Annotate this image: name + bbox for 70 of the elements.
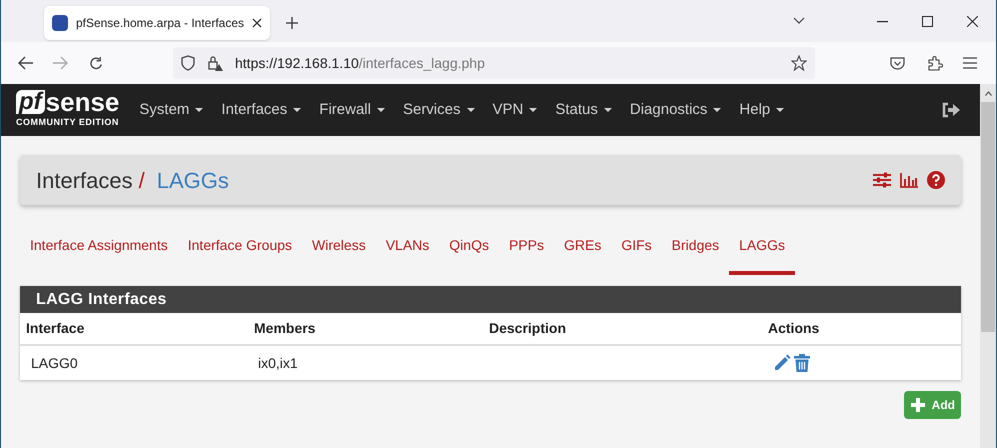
nav-menu[interactable]: System (139, 98, 204, 122)
nav-tab[interactable]: GIFs (621, 230, 652, 271)
bar-chart-icon[interactable] (900, 172, 918, 188)
url-host: https://192.168.1.10 (235, 54, 359, 70)
table-cell-text: ix0,ix1 (258, 354, 298, 372)
trash-icon[interactable] (794, 354, 810, 372)
maximize-icon[interactable] (922, 16, 933, 27)
settings-sliders-icon[interactable] (873, 172, 891, 188)
caret-icon (293, 108, 302, 112)
add-button[interactable]: Add (904, 391, 961, 419)
nav-menu[interactable]: Firewall (319, 98, 385, 122)
column-header: Description (489, 319, 566, 338)
breadcrumb-current[interactable]: LAGGs (156, 164, 229, 196)
caret-icon (376, 108, 385, 112)
caret-icon (776, 108, 784, 112)
nav-tab[interactable]: Interface Groups (188, 230, 292, 271)
caret-icon (713, 108, 722, 112)
nav-menu[interactable]: Interfaces (221, 98, 302, 122)
close-icon[interactable] (967, 16, 978, 27)
minimize-icon[interactable] (877, 21, 888, 23)
edition-label: COMMUNITY EDITION (16, 116, 119, 130)
nav-tab[interactable]: GREs (564, 230, 602, 271)
panel-heading: LAGG Interfaces (20, 286, 961, 313)
nav-menu[interactable]: Status (555, 98, 612, 122)
plus-icon (910, 397, 926, 413)
logo-text: sense (46, 90, 120, 114)
column-header: Interface (26, 319, 84, 338)
nav-tab[interactable]: Bridges (672, 230, 720, 271)
caret-icon (529, 108, 538, 112)
logo-prefix: pf (16, 90, 45, 114)
logout-icon[interactable] (942, 102, 960, 118)
pocket-icon[interactable] (890, 56, 905, 70)
address-bar[interactable]: https://192.168.1.10/interfaces_lagg.php (173, 47, 815, 79)
chevron-down-icon[interactable] (793, 17, 805, 24)
column-header: Actions (768, 319, 820, 338)
scroll-up-icon[interactable] (984, 91, 992, 96)
nav-menu[interactable]: Help (739, 98, 784, 122)
column-header: Members (254, 319, 316, 338)
nav-menu[interactable]: VPN (492, 98, 538, 122)
reload-icon[interactable] (89, 56, 104, 70)
nav-tab[interactable]: Wireless (312, 230, 366, 271)
edit-pencil-icon[interactable] (773, 354, 791, 372)
table-cell-text: LAGG0 (31, 354, 78, 372)
nav-tab[interactable]: LAGGs (729, 230, 796, 275)
breadcrumb-parent: Interfaces (36, 166, 133, 194)
menu-icon[interactable] (963, 57, 977, 69)
shield-icon (181, 55, 195, 71)
caret-icon (195, 108, 204, 112)
scrollbar-thumb[interactable] (981, 102, 995, 332)
nav-menu[interactable]: Diagnostics (630, 98, 722, 122)
help-icon[interactable] (927, 171, 945, 189)
lock-warning-icon (207, 55, 223, 71)
puzzle-icon[interactable] (927, 55, 943, 71)
nav-tab[interactable]: VLANs (386, 230, 430, 271)
caret-icon (466, 108, 474, 112)
close-icon[interactable] (252, 18, 262, 28)
favicon-icon (52, 15, 68, 31)
breadcrumb-separator: / (138, 166, 145, 194)
bookmark-star-icon[interactable] (791, 55, 807, 71)
back-icon[interactable] (18, 56, 34, 70)
nav-tab[interactable]: PPPs (508, 230, 544, 271)
nav-tab[interactable]: Interface Assignments (30, 230, 168, 271)
new-tab-icon[interactable] (286, 17, 298, 29)
nav-tab[interactable]: QinQs (449, 230, 489, 271)
scrollbar[interactable] (980, 84, 996, 448)
browser-tab[interactable]: pfSense.home.arpa - Interfaces (44, 6, 270, 40)
nav-menu[interactable]: Services (402, 98, 474, 122)
tab-title: pfSense.home.arpa - Interfaces (76, 15, 244, 32)
caret-icon (604, 108, 612, 112)
url-path: /interfaces_lagg.php (358, 54, 485, 70)
